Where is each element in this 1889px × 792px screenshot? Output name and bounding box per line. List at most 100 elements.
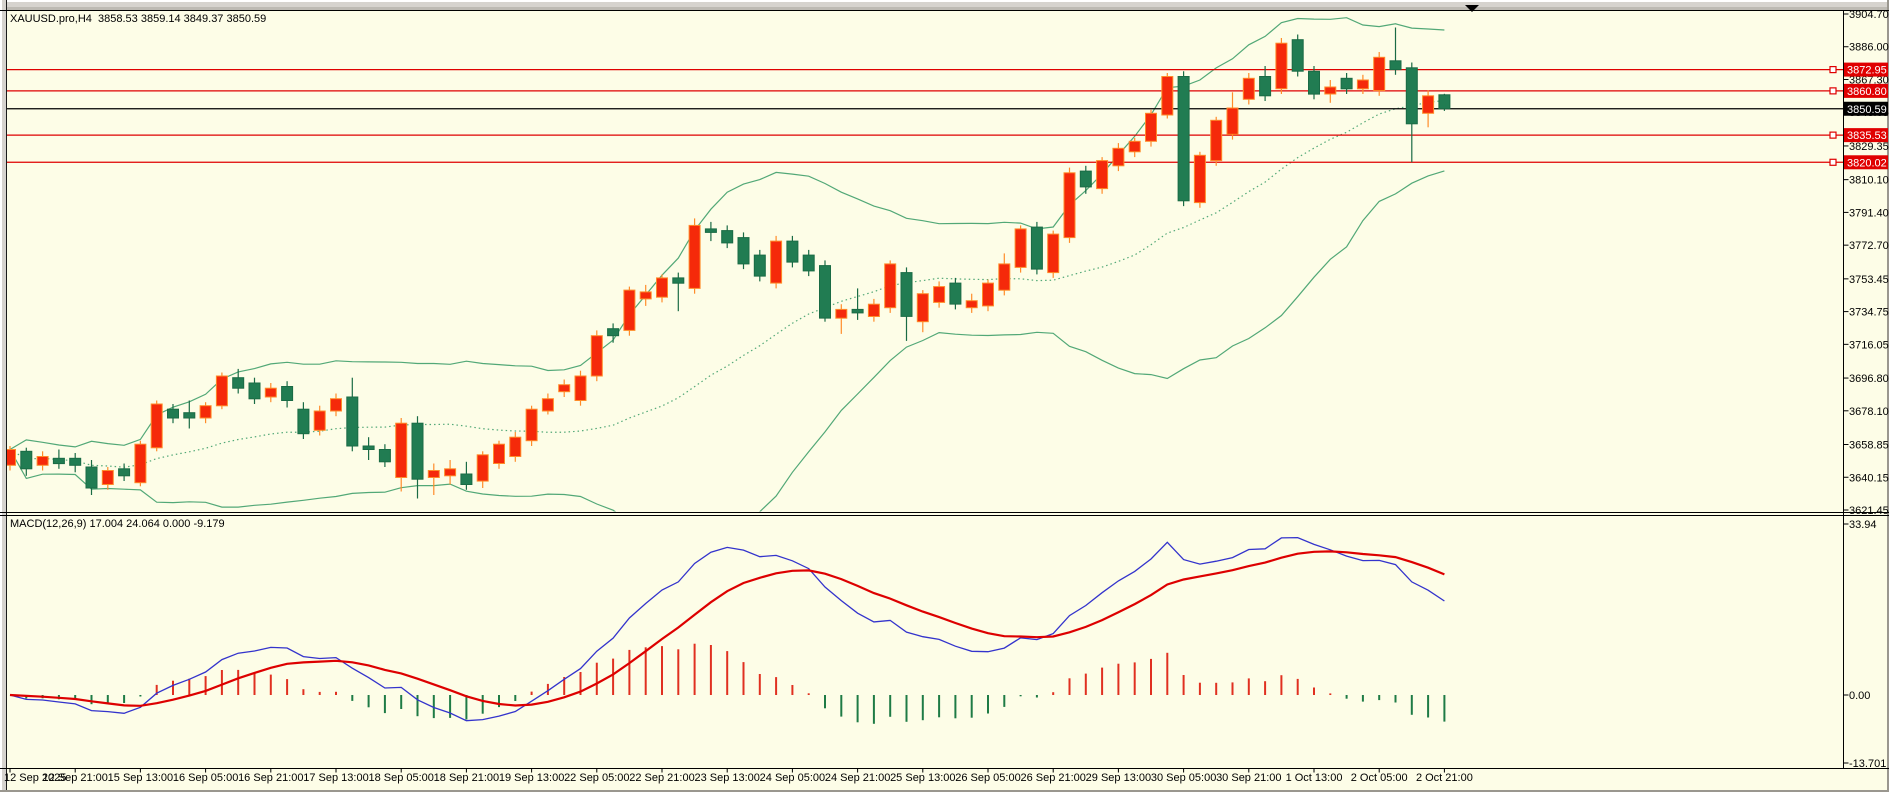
candle-body	[1325, 87, 1336, 94]
candle-body	[86, 467, 97, 488]
candle-bearish	[282, 381, 293, 407]
candle-bullish	[102, 467, 113, 490]
candle-bullish	[494, 441, 505, 469]
candle-body	[608, 329, 619, 336]
candle-bullish	[983, 280, 994, 312]
price-tick-label: 3696.80	[1849, 373, 1889, 385]
candle-body	[1341, 78, 1352, 89]
candle-body	[184, 413, 195, 418]
candle-bearish	[298, 402, 309, 439]
candle-body	[37, 457, 48, 466]
candle-bullish	[542, 394, 553, 415]
candle-bearish	[608, 323, 619, 342]
price-line-handle[interactable]	[1830, 88, 1836, 94]
candle-body	[1406, 68, 1417, 124]
candle-bullish	[331, 394, 342, 417]
candle-bearish	[787, 236, 798, 268]
candle-bullish	[1374, 52, 1385, 96]
candle-body	[168, 409, 179, 418]
candle-bearish	[1309, 66, 1320, 99]
candle-bullish	[1243, 73, 1254, 105]
candle-bullish	[1097, 157, 1108, 194]
candle-body	[1227, 108, 1238, 134]
candle-bullish	[5, 446, 16, 471]
candle-bullish	[37, 451, 48, 470]
candle-bullish	[1162, 73, 1173, 119]
candle-bearish	[803, 250, 814, 276]
candle-body	[820, 266, 831, 319]
candles	[5, 28, 1450, 499]
candle-body	[428, 471, 439, 478]
candle-bearish	[363, 437, 374, 460]
macd-tick-label: 33.94	[1849, 519, 1877, 531]
chart-canvas[interactable]: 3904.703886.003867.303848.653829.353810.…	[0, 0, 1889, 792]
candle-bearish	[820, 260, 831, 321]
time-tick-label: 29 Sep 13:00	[1086, 772, 1151, 784]
candle-bullish	[428, 464, 439, 496]
price-tick-label: 3716.05	[1849, 339, 1889, 351]
candle-bullish	[689, 218, 700, 293]
price-tick-label: 3829.35	[1849, 141, 1889, 153]
candle-body	[233, 378, 244, 389]
price-line-handle[interactable]	[1830, 159, 1836, 165]
candle-body	[624, 290, 635, 330]
candle-body	[216, 376, 227, 406]
candle-body	[1129, 141, 1140, 152]
candle-bullish	[966, 294, 977, 313]
candle-body	[1243, 78, 1254, 99]
price-line-handle[interactable]	[1830, 67, 1836, 73]
candle-bearish	[1260, 66, 1271, 101]
candle-body	[542, 399, 553, 411]
time-tick-label: 26 Sep 21:00	[1020, 772, 1085, 784]
candle-body	[298, 409, 309, 434]
candle-body	[705, 229, 716, 233]
candle-bullish	[1276, 38, 1287, 94]
trading-chart-window: XAUUSD.pro,H4 3858.53 3859.14 3849.37 38…	[0, 0, 1889, 792]
candle-body	[983, 283, 994, 306]
candle-bullish	[885, 260, 896, 313]
time-tick-label: 2 Oct 21:00	[1416, 772, 1473, 784]
candle-body	[1439, 95, 1450, 109]
candle-bearish	[950, 278, 961, 310]
candle-bullish	[575, 371, 586, 406]
candle-bullish	[1015, 225, 1026, 272]
candle-bearish	[53, 450, 64, 469]
price-tick-label: 3734.75	[1849, 307, 1889, 319]
candle-body	[135, 444, 146, 483]
candle-body	[787, 241, 798, 262]
price-tick-label: 3678.10	[1849, 406, 1889, 418]
candle-bearish	[86, 460, 97, 495]
candle-body	[526, 409, 537, 441]
time-tick-label: 22 Sep 05:00	[564, 772, 629, 784]
candle-bearish	[1406, 63, 1417, 163]
price-line-handle[interactable]	[1830, 132, 1836, 138]
candle-body	[331, 399, 342, 411]
candle-body	[1292, 40, 1303, 71]
candle-bullish	[151, 401, 162, 452]
candle-bullish	[771, 236, 782, 289]
candle-bearish	[1439, 94, 1450, 111]
candle-bullish	[445, 460, 456, 485]
candle-body	[1178, 77, 1189, 201]
candle-bearish	[754, 250, 765, 282]
candle-body	[494, 444, 505, 463]
price-tick-label: 3640.15	[1849, 472, 1889, 484]
candle-bearish	[379, 444, 390, 467]
candle-bullish	[1423, 91, 1434, 128]
candle-bullish	[526, 406, 537, 446]
price-tick-label: 3810.10	[1849, 175, 1889, 187]
candle-body	[966, 301, 977, 308]
candle-body	[5, 450, 16, 466]
candle-bearish	[1080, 166, 1091, 194]
candle-body	[1080, 171, 1091, 187]
candle-body	[1146, 113, 1157, 141]
price-tick-label: 3904.70	[1849, 9, 1889, 21]
time-tick-label: 18 Sep 21:00	[434, 772, 499, 784]
candle-body	[1374, 57, 1385, 90]
candle-body	[265, 388, 276, 397]
candle-body	[852, 309, 863, 313]
candle-bearish	[1292, 35, 1303, 77]
candle-bullish	[1194, 152, 1205, 208]
candle-bearish	[119, 464, 130, 482]
candle-body	[347, 397, 358, 446]
